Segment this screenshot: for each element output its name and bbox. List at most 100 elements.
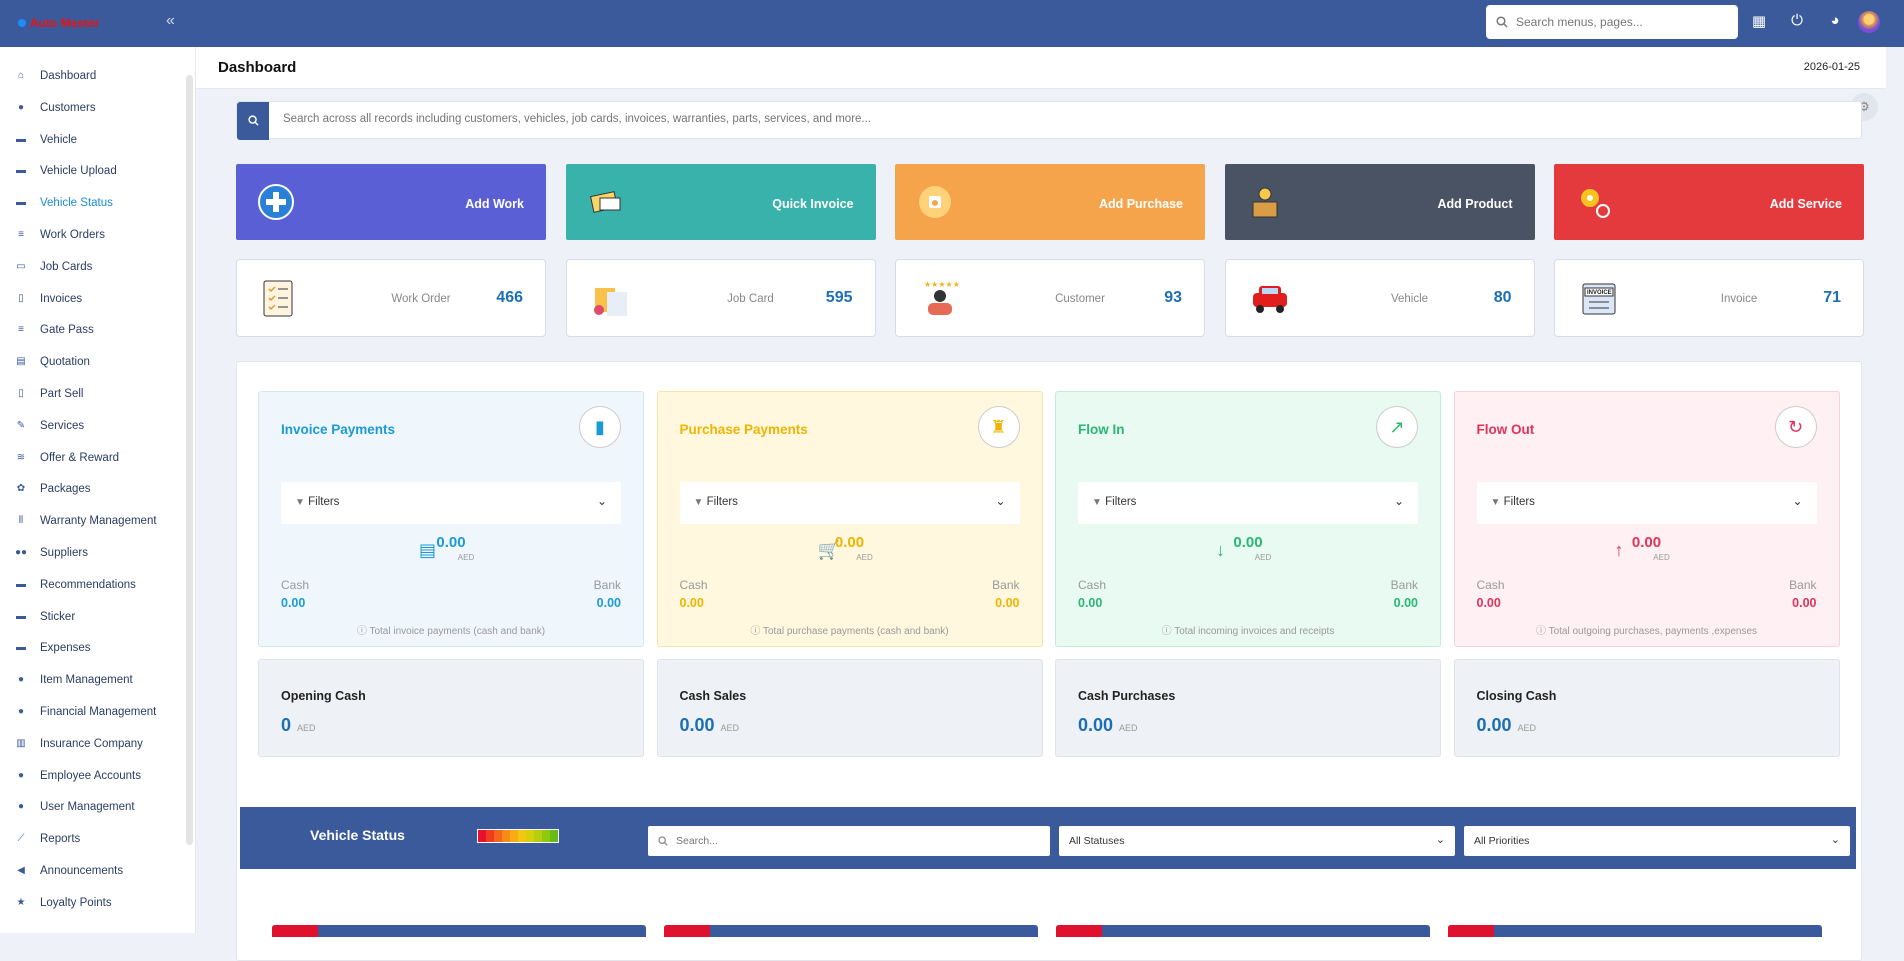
sidebar-item-label: Vehicle Status [40,197,113,210]
sidebar-item[interactable]: ◀ Announcements [14,865,123,877]
vehicle-card[interactable] [272,925,646,937]
sidebar-item-label: Invoices [40,292,83,305]
sidebar-item[interactable]: ▥ Insurance Company [14,738,143,750]
menu-search[interactable] [1486,5,1738,39]
status-select-value: All Statuses [1069,835,1125,847]
sidebar-item[interactable]: ▬ Expenses [14,642,91,654]
sidebar-item[interactable]: ≡ Work Orders [14,229,105,241]
cash-value: 0.00 [1476,596,1501,610]
sidebar-item[interactable]: ●● Suppliers [14,547,88,559]
payment-card: Purchase Payments ♜ ▼ Filters ⌄ 🛒 0.00 AED Cash… [656,391,1043,647]
sidebar-item[interactable]: ▤ Quotation [14,356,90,368]
bank-value: 0.00 [995,596,1020,610]
payment-card: Invoice Payments ▮ ▼ Filters ⌄ ▤ 0.00 AED Cash 0… [258,391,644,647]
cash-value: 0.00 [1078,596,1103,610]
sidebar-item[interactable]: ⟋ Reports [14,833,81,845]
sidebar-item[interactable]: ▬ Recommendations [14,579,136,591]
action-button[interactable]: Add Work [236,164,546,240]
sidebar: ⌂ Dashboard ● Customers ▬ Vehicle ▬ Vehicle Upl… [0,47,196,933]
stat-card[interactable]: Vehicle 80 [1224,259,1535,337]
brand-name: Auto Master [30,16,100,30]
action-icon [588,184,624,220]
cash-card-title: Opening Cash [281,689,366,703]
filters-dropdown[interactable]: ▼ Filters ⌄ [679,482,1020,524]
stat-label: Work Order [391,293,451,305]
cash-card-value: 0.00 [1078,715,1114,735]
car-icon: ▬ [16,197,26,209]
sidebar-item-label: Gate Pass [40,324,94,337]
grid-icon[interactable]: ▦ [1750,12,1768,30]
menu-search-input[interactable] [1516,15,1716,29]
action-button[interactable]: Quick Invoice [565,164,876,240]
vehicle-status-search-input[interactable] [676,835,1016,847]
sidebar-item[interactable]: ● Customers [14,102,96,114]
global-search[interactable] [236,101,1862,140]
filters-dropdown[interactable]: ▼ Filters ⌄ [1078,482,1418,524]
stat-card[interactable]: Job Card 595 [565,259,876,337]
top-bar: Auto Master « ▦ ⏻ ◕ [0,0,1904,47]
action-button[interactable]: Add Product [1224,164,1535,240]
priority-select[interactable]: All Priorities ⌄ [1464,826,1850,856]
payment-title: Flow In [1078,422,1125,437]
sidebar-item[interactable]: ▬ Vehicle Upload [14,165,117,177]
user-avatar[interactable] [1858,11,1880,33]
sidebar-item[interactable]: ● Item Management [14,674,133,686]
power-icon[interactable]: ⏻ [1788,12,1806,30]
collapse-sidebar-icon[interactable]: « [166,12,175,30]
payment-icon: ↻ [1774,406,1817,448]
sidebar-item[interactable]: ▭ Job Cards [14,261,92,273]
sidebar-item[interactable]: ▬ Vehicle [14,134,77,146]
status-select[interactable]: All Statuses ⌄ [1059,826,1455,856]
filters-dropdown[interactable]: ▼ Filters ⌄ [281,482,621,524]
action-button[interactable]: Add Purchase [895,164,1205,240]
bank-label: Bank [992,578,1020,592]
sidebar-item-label: Job Cards [40,260,93,273]
vehicle-card[interactable] [664,925,1038,937]
sidebar-item-label: Vehicle [40,133,78,146]
sidebar-item[interactable]: ● User Management [14,801,135,813]
user-icon: ● [17,769,25,781]
sidebar-item[interactable]: ≋ Offer & Reward [14,452,119,464]
action-label: Add Purchase [1098,197,1183,211]
action-icon [258,184,294,220]
brand-logo[interactable]: Auto Master [18,16,99,30]
sidebar-item[interactable]: ▯ Part Sell [14,388,83,400]
sidebar-item[interactable]: ⦀ Warranty Management [14,515,157,527]
wrench-icon: ✎ [16,419,26,431]
vehicle-card[interactable] [1448,925,1822,937]
chevron-down-icon: ⌄ [995,494,1006,508]
vehicle-status-search[interactable] [648,826,1050,856]
sidebar-scrollbar[interactable] [186,75,193,845]
sidebar-item[interactable]: ● Employee Accounts [14,770,141,782]
user-icon: ● [17,706,25,717]
sidebar-item[interactable]: ≡ Gate Pass [14,324,94,336]
sidebar-item[interactable]: ▬ Sticker [14,611,75,623]
action-button[interactable]: Add Service [1554,164,1864,240]
sidebar-item[interactable]: ✿ Packages [14,483,91,495]
global-search-input[interactable] [283,113,1783,125]
sidebar-item[interactable]: ▬ Vehicle Status [14,197,113,209]
stat-card[interactable]: Work Order 466 [236,259,546,337]
sidebar-item[interactable]: ✎ Services [14,420,84,432]
stat-value: 93 [1164,289,1182,306]
stat-card[interactable]: ★★★★★ Customer 93 [895,259,1205,337]
filters-dropdown[interactable]: ▼ Filters ⌄ [1476,482,1817,524]
sidebar-item[interactable]: ⌂ Dashboard [14,70,96,82]
stat-card[interactable]: INVOICE Invoice 71 [1554,259,1864,337]
cash-card: Cash Sales 0.00 AED [656,659,1043,757]
search-icon [1496,16,1508,28]
sidebar-item[interactable]: ▯ Invoices [14,293,82,305]
vehicle-card[interactable] [1056,925,1430,937]
globe-icon[interactable]: ◕ [1826,12,1844,30]
chevron-down-icon: ⌄ [1830,834,1840,846]
info-icon: ⓘ [1161,626,1172,637]
filters-label: Filters [1503,496,1535,508]
stat-icon: INVOICE [1579,278,1616,318]
sidebar-item[interactable]: ★ Loyalty Points [14,897,112,909]
global-search-button[interactable] [237,102,269,140]
bookmark-icon: ▯ [18,388,24,399]
payment-amount: 0.00 [834,534,865,551]
bank-label: Bank [593,578,621,592]
sidebar-item[interactable]: ● Financial Management [14,706,156,718]
top-icons: ▦ ⏻ ◕ [1750,12,1844,30]
